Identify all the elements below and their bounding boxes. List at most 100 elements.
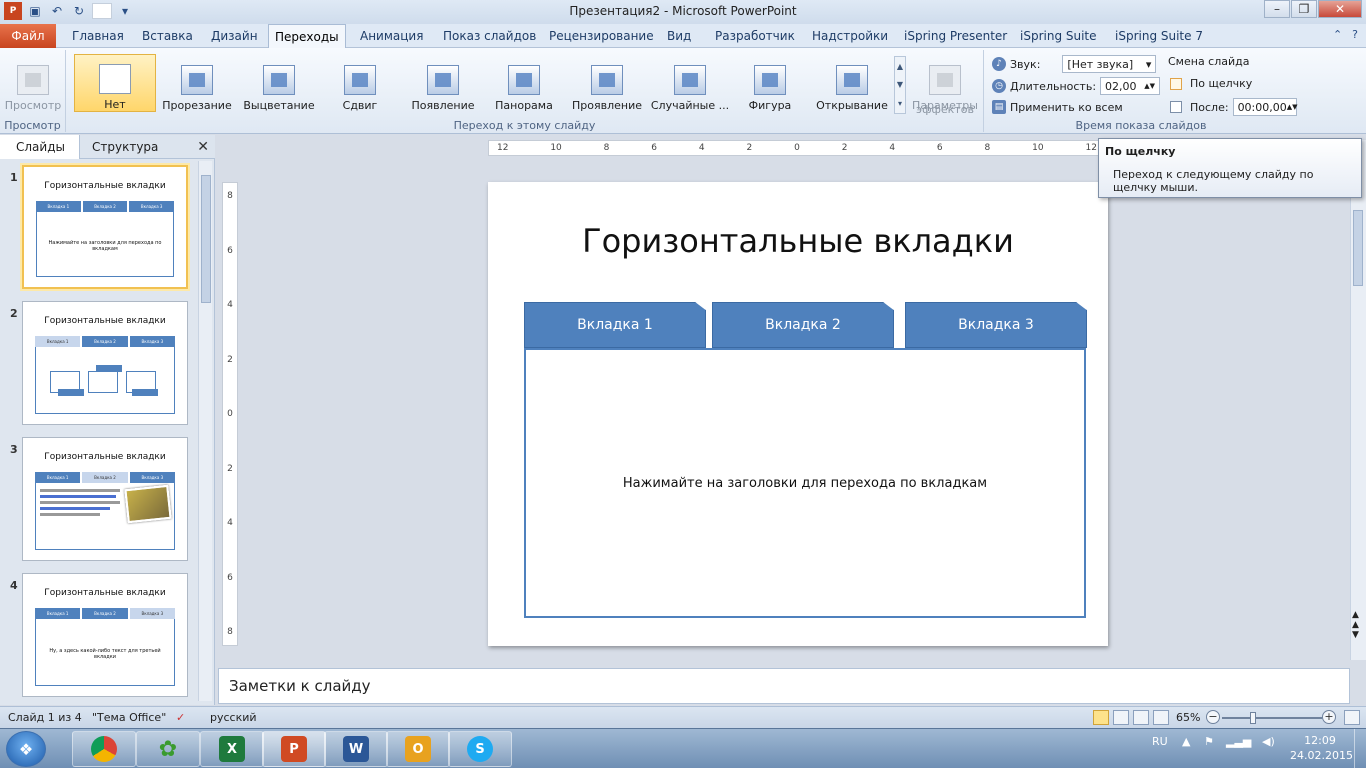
editor-scrollbar[interactable]: ▲ ▲ ▼ — [1350, 140, 1366, 660]
show-desktop-button[interactable] — [1354, 729, 1366, 768]
taskbar-excel[interactable]: X — [200, 731, 264, 767]
ruler-tick: 8 — [227, 191, 233, 201]
gallery-up-icon[interactable]: ▲ — [897, 62, 903, 71]
tab-home[interactable]: Главная — [66, 24, 130, 48]
prev-next-slide-icons[interactable]: ▲ ▲ ▼ — [1352, 610, 1359, 640]
transition-wipe-button[interactable]: Появление — [406, 54, 480, 112]
slide-canvas[interactable]: Горизонтальные вкладки Вкладка 1 Вкладка… — [488, 182, 1108, 646]
start-button-icon[interactable]: ❖ — [6, 731, 46, 767]
zoom-slider-knob[interactable] — [1250, 712, 1256, 724]
close-pane-icon[interactable]: ✕ — [197, 139, 209, 155]
reading-view-icon[interactable] — [1133, 710, 1149, 725]
keyboard-language[interactable]: RU — [1152, 735, 1168, 748]
apply-all-button[interactable]: ▤ Применить ко всем — [992, 100, 1123, 114]
gallery-down-icon[interactable]: ▼ — [897, 80, 903, 89]
spinner-arrows-icon[interactable]: ▲▼ — [1287, 103, 1298, 111]
transition-split-button[interactable]: Панорама — [490, 54, 558, 112]
taskbar-word[interactable]: W — [324, 731, 388, 767]
maximize-icon[interactable]: ❐ — [1291, 0, 1317, 18]
title-bar: P ▣ ↶ ↻ ▾ Презентация2 - Microsoft Power… — [0, 0, 1366, 24]
theme-name[interactable]: "Тема Office" — [92, 711, 166, 724]
tab-ispring-presenter[interactable]: iSpring Presenter — [898, 24, 1013, 48]
transition-cut-button[interactable]: Прорезание — [162, 54, 232, 112]
tab-ispring-suite-7[interactable]: iSpring Suite 7 — [1109, 24, 1209, 48]
slide-tab-1[interactable]: Вкладка 1 — [524, 302, 706, 348]
fit-to-window-icon[interactable] — [1344, 710, 1360, 725]
language-indicator[interactable]: русский — [210, 711, 257, 724]
tab-slideshow[interactable]: Показ слайдов — [437, 24, 542, 48]
slide-sorter-icon[interactable] — [1113, 710, 1129, 725]
thumb-text-line — [40, 501, 120, 504]
taskbar-icq[interactable]: ✿ — [136, 731, 200, 767]
slides-pane-scrollbar[interactable] — [198, 161, 212, 701]
taskbar-skype[interactable]: S — [448, 731, 512, 767]
duration-row: ◷ Длительность: 02,00 ▲▼ — [992, 77, 1161, 95]
ruler-tick: 6 — [227, 572, 233, 583]
tab-outline[interactable]: Структура — [84, 135, 166, 159]
duration-spinner[interactable]: 02,00 ▲▼ — [1100, 77, 1161, 95]
action-center-flag-icon[interactable]: ⚑ — [1204, 735, 1214, 748]
spinner-arrows-icon[interactable]: ▲▼ — [1144, 82, 1155, 90]
gallery-more-icon[interactable]: ▾ — [898, 99, 902, 108]
on-click-checkbox-row[interactable]: По щелчку — [1170, 77, 1252, 90]
slide-tab-3[interactable]: Вкладка 3 — [905, 302, 1087, 348]
volume-icon[interactable]: ◀) — [1262, 735, 1275, 748]
system-clock[interactable]: 12:09 24.02.2015 — [1290, 733, 1353, 763]
after-checkbox[interactable] — [1170, 101, 1182, 113]
tab-transitions[interactable]: Переходы — [268, 24, 346, 49]
ruler-tick: 12 — [497, 143, 509, 153]
transition-uncover-button[interactable]: Открывание — [814, 54, 890, 112]
thumb-content: Горизонтальные вкладки Вкладка 1 Вкладка… — [33, 584, 177, 688]
slide-tab-content[interactable]: Нажимайте на заголовки для перехода по в… — [524, 348, 1086, 618]
gallery-scroll[interactable]: ▲ ▼ ▾ — [894, 56, 906, 114]
after-time-spinner[interactable]: 00:00,00 ▲▼ — [1232, 98, 1298, 116]
notes-pane[interactable]: Заметки к слайду — [218, 668, 1350, 704]
taskbar-powerpoint[interactable]: P — [262, 731, 326, 767]
close-icon[interactable]: ✕ — [1318, 0, 1362, 18]
spellcheck-icon[interactable]: ✓ — [176, 711, 185, 724]
transition-random-bars-button[interactable]: Случайные ... — [650, 54, 730, 112]
slide-thumbnail-1[interactable]: Горизонтальные вкладки Вкладка 1 Вкладка… — [22, 165, 188, 289]
tab-addins[interactable]: Надстройки — [806, 24, 894, 48]
tab-animation[interactable]: Анимация — [354, 24, 429, 48]
slideshow-view-icon[interactable] — [1153, 710, 1169, 725]
slide-thumbnail-4[interactable]: Горизонтальные вкладки Вкладка 1 Вкладка… — [22, 573, 188, 697]
powerpoint-icon: P — [281, 736, 307, 762]
taskbar-chrome[interactable] — [72, 731, 136, 767]
transition-shape-button[interactable]: Фигура — [742, 54, 798, 112]
transition-reveal-button[interactable]: Проявление — [570, 54, 644, 112]
editor-scroll-thumb[interactable] — [1353, 210, 1363, 286]
tab-design[interactable]: Дизайн — [205, 24, 264, 48]
tab-insert[interactable]: Вставка — [136, 24, 199, 48]
tab-file[interactable]: Файл — [0, 24, 56, 48]
minimize-icon[interactable]: – — [1264, 0, 1290, 18]
zoom-out-icon[interactable]: − — [1206, 710, 1220, 724]
preview-button[interactable]: Просмотр — [4, 54, 62, 112]
scroll-thumb[interactable] — [201, 175, 211, 303]
tab-review[interactable]: Рецензирование — [543, 24, 660, 48]
slide-thumbnail-3[interactable]: Горизонтальные вкладки Вкладка 1 Вкладка… — [22, 437, 188, 561]
transition-push-button[interactable]: Сдвиг — [328, 54, 392, 112]
zoom-in-icon[interactable]: + — [1322, 710, 1336, 724]
normal-view-icon[interactable] — [1093, 710, 1109, 725]
clock-icon: ◷ — [992, 79, 1006, 93]
on-click-checkbox[interactable] — [1170, 77, 1182, 90]
transition-reveal-icon — [591, 65, 623, 95]
help-icon[interactable]: ? — [1352, 28, 1358, 41]
transition-none-button[interactable]: Нет — [74, 54, 156, 112]
transition-fade-button[interactable]: Выцветание — [242, 54, 316, 112]
zoom-slider-track[interactable] — [1222, 717, 1322, 719]
slide-title[interactable]: Горизонтальные вкладки — [488, 222, 1108, 260]
slide-thumbnail-2[interactable]: Горизонтальные вкладки Вкладка 1 Вкладка… — [22, 301, 188, 425]
tab-view[interactable]: Вид — [661, 24, 697, 48]
zoom-level[interactable]: 65% — [1176, 711, 1200, 724]
minimize-ribbon-icon[interactable]: ⌃ — [1333, 28, 1342, 41]
tab-ispring-suite[interactable]: iSpring Suite — [1014, 24, 1103, 48]
taskbar-outlook[interactable]: O — [386, 731, 450, 767]
tab-developer[interactable]: Разработчик — [709, 24, 801, 48]
tab-slides[interactable]: Слайды — [0, 135, 80, 159]
show-hidden-icons-icon[interactable]: ▲ — [1182, 735, 1190, 748]
slide-tab-2[interactable]: Вкладка 2 — [712, 302, 894, 348]
sound-dropdown[interactable]: [Нет звука] ▾ — [1062, 55, 1157, 73]
network-signal-icon[interactable]: ▂▃▅ — [1226, 735, 1251, 748]
